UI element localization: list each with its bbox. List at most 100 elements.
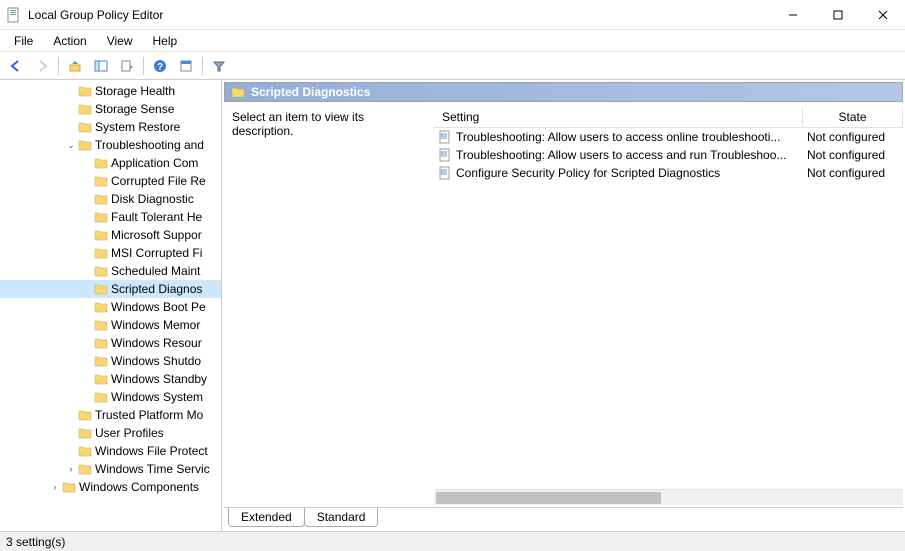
tree-node[interactable]: Trusted Platform Mo [0, 406, 221, 424]
list-header: Setting State [434, 106, 903, 128]
folder-icon [231, 86, 245, 98]
policy-setting-icon [438, 148, 452, 162]
tree-node[interactable]: Windows Memor [0, 316, 221, 334]
tree-node[interactable]: Scripted Diagnos [0, 280, 221, 298]
tree-node[interactable]: Corrupted File Re [0, 172, 221, 190]
menu-action[interactable]: Action [43, 32, 96, 50]
chevron-down-icon[interactable]: ⌄ [64, 140, 78, 151]
tree-node[interactable]: Microsoft Suppor [0, 226, 221, 244]
menubar: File Action View Help [0, 30, 905, 52]
tree-node[interactable]: System Restore [0, 118, 221, 136]
export-button[interactable] [115, 55, 139, 77]
filter-button[interactable] [207, 55, 231, 77]
folder-icon [94, 247, 108, 259]
scrollbar-thumb[interactable] [436, 492, 661, 504]
tree-node-label: Application Com [111, 156, 198, 170]
toolbar-separator [143, 57, 144, 75]
tree-node[interactable]: Scheduled Maint [0, 262, 221, 280]
svg-text:?: ? [157, 62, 163, 73]
right-pane-title: Scripted Diagnostics [251, 85, 370, 99]
tree-node[interactable]: Application Com [0, 154, 221, 172]
folder-icon [94, 373, 108, 385]
menu-file[interactable]: File [4, 32, 43, 50]
setting-row[interactable]: Configure Security Policy for Scripted D… [434, 164, 903, 182]
minimize-button[interactable] [770, 0, 815, 30]
tab-standard[interactable]: Standard [304, 508, 379, 527]
folder-icon [94, 283, 108, 295]
tree-node[interactable]: Windows Boot Pe [0, 298, 221, 316]
tree-node-label: Windows Components [79, 480, 199, 494]
up-button[interactable] [63, 55, 87, 77]
folder-icon [62, 481, 76, 493]
folder-icon [94, 193, 108, 205]
folder-icon [78, 85, 92, 97]
folder-icon [94, 157, 108, 169]
tree-node-label: Windows System [111, 390, 203, 404]
tree-node[interactable]: ›Windows Time Servic [0, 460, 221, 478]
setting-name: Troubleshooting: Allow users to access a… [456, 148, 803, 162]
tree-node-label: System Restore [95, 120, 180, 134]
column-header-state[interactable]: State [803, 108, 903, 126]
close-button[interactable] [860, 0, 905, 30]
tree-node-label: Microsoft Suppor [111, 228, 202, 242]
view-tabs: Extended Standard [224, 507, 903, 529]
forward-button[interactable] [30, 55, 54, 77]
tree-node-label: Trusted Platform Mo [95, 408, 203, 422]
description-panel: Select an item to view its description. [224, 106, 434, 505]
folder-icon [94, 265, 108, 277]
tree-node-label: Windows File Protect [95, 444, 208, 458]
tree-node[interactable]: User Profiles [0, 424, 221, 442]
show-hide-tree-button[interactable] [89, 55, 113, 77]
setting-name: Configure Security Policy for Scripted D… [456, 166, 803, 180]
setting-state: Not configured [803, 130, 903, 144]
tree-node[interactable]: Windows Shutdo [0, 352, 221, 370]
settings-list: Setting State Troubleshooting: Allow use… [434, 106, 903, 505]
chevron-right-icon[interactable]: › [64, 464, 78, 474]
tree-node[interactable]: Windows Resour [0, 334, 221, 352]
folder-icon [94, 319, 108, 331]
tree-node[interactable]: › Windows Components [0, 478, 221, 496]
tree-node[interactable]: Windows System [0, 388, 221, 406]
tree-node[interactable]: ⌄Troubleshooting and [0, 136, 221, 154]
statusbar: 3 setting(s) [0, 531, 905, 551]
folder-icon [94, 391, 108, 403]
toolbar-separator [202, 57, 203, 75]
horizontal-scrollbar[interactable] [434, 489, 903, 505]
tree-node-label: Fault Tolerant He [111, 210, 202, 224]
tree-node-label: Windows Memor [111, 318, 200, 332]
folder-icon [94, 175, 108, 187]
setting-state: Not configured [803, 166, 903, 180]
column-header-setting[interactable]: Setting [434, 108, 803, 126]
tree-node[interactable]: Fault Tolerant He [0, 208, 221, 226]
tree-node[interactable]: Windows File Protect [0, 442, 221, 460]
properties-button[interactable] [174, 55, 198, 77]
tree-node-label: Scheduled Maint [111, 264, 200, 278]
tab-extended[interactable]: Extended [228, 508, 305, 527]
folder-icon [94, 229, 108, 241]
tree-node-label: Windows Shutdo [111, 354, 201, 368]
tree-node[interactable]: Storage Health [0, 82, 221, 100]
back-button[interactable] [4, 55, 28, 77]
folder-icon [78, 103, 92, 115]
list-rows[interactable]: Troubleshooting: Allow users to access o… [434, 128, 903, 489]
tree-node[interactable]: Windows Standby [0, 370, 221, 388]
policy-setting-icon [438, 130, 452, 144]
tree-node-label: Storage Health [95, 84, 175, 98]
titlebar: Local Group Policy Editor [0, 0, 905, 30]
menu-view[interactable]: View [97, 32, 143, 50]
tree-node-label: Windows Standby [111, 372, 207, 386]
tree-node[interactable]: Storage Sense [0, 100, 221, 118]
help-button[interactable]: ? [148, 55, 172, 77]
folder-icon [78, 409, 92, 421]
chevron-right-icon[interactable]: › [48, 482, 62, 492]
folder-icon [78, 139, 92, 151]
menu-help[interactable]: Help [143, 32, 188, 50]
setting-row[interactable]: Troubleshooting: Allow users to access a… [434, 146, 903, 164]
right-pane: Scripted Diagnostics Select an item to v… [222, 80, 905, 531]
setting-row[interactable]: Troubleshooting: Allow users to access o… [434, 128, 903, 146]
tree-node[interactable]: MSI Corrupted Fi [0, 244, 221, 262]
description-prompt: Select an item to view its description. [232, 110, 364, 138]
maximize-button[interactable] [815, 0, 860, 30]
tree-node[interactable]: Disk Diagnostic [0, 190, 221, 208]
tree-pane[interactable]: Storage Health Storage Sense System Restor… [0, 80, 222, 531]
